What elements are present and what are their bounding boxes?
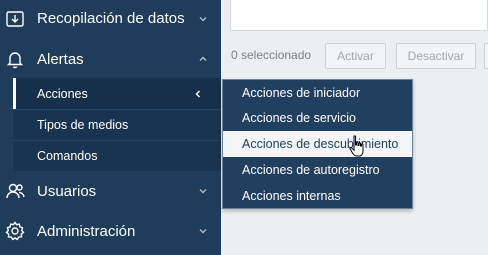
chevron-up-icon <box>197 53 209 65</box>
menu-item-label: Acciones internas <box>242 189 341 203</box>
sidebar-item-label: Usuarios <box>37 182 97 200</box>
menu-item-acciones-de-servicio[interactable]: Acciones de servicio <box>223 105 412 131</box>
filter-panel[interactable] <box>230 0 488 31</box>
submenu-item-tipos-de-medios[interactable]: Tipos de medios <box>13 109 221 140</box>
sidebar-item-label: Alertas <box>37 50 84 68</box>
hand-pointer-icon <box>348 135 366 159</box>
sidebar-item-usuarios[interactable]: Usuarios <box>0 171 221 211</box>
gear-icon <box>4 220 26 242</box>
menu-item-acciones-internas[interactable]: Acciones internas <box>223 183 412 209</box>
submenu-item-label: Acciones <box>37 86 88 101</box>
menu-item-acciones-de-descubrimiento[interactable]: Acciones de descubrimiento <box>223 131 412 157</box>
sidebar-item-administracion[interactable]: Administración <box>0 211 221 251</box>
sidebar-item-data-collection[interactable]: Recopilación de datos <box>0 0 221 37</box>
users-icon <box>4 180 26 202</box>
actions-flyout-menu: Acciones de iniciador Acciones de servic… <box>222 79 413 209</box>
selected-count: 0 seleccionado <box>231 48 312 62</box>
menu-item-acciones-de-autoregistro[interactable]: Acciones de autoregistro <box>223 157 412 183</box>
activate-button[interactable]: Activar <box>325 43 386 69</box>
menu-item-label: Acciones de iniciador <box>242 86 361 100</box>
sidebar-item-label: Administración <box>37 222 136 240</box>
sidebar-item-label: Recopilación de datos <box>37 10 185 27</box>
toolbar-button-partial[interactable] <box>484 43 488 69</box>
data-collection-icon <box>4 8 26 30</box>
submenu-item-label: Tipos de medios <box>37 117 129 132</box>
bell-icon <box>4 48 26 70</box>
menu-item-acciones-de-iniciador[interactable]: Acciones de iniciador <box>223 80 412 106</box>
menu-item-label: Acciones de servicio <box>242 111 356 125</box>
menu-item-label: Acciones de descubrimiento <box>242 137 399 151</box>
chevron-left-icon <box>193 89 203 99</box>
chevron-down-icon <box>197 185 209 197</box>
deactivate-button[interactable]: Desactivar <box>396 43 476 69</box>
chevron-down-icon <box>197 13 209 25</box>
active-indicator <box>13 78 16 109</box>
submenu-item-acciones[interactable]: Acciones <box>13 78 221 109</box>
submenu-item-label: Comandos <box>37 148 98 163</box>
submenu-item-comandos[interactable]: Comandos <box>13 140 221 171</box>
sidebar: Recopilación de datos Alertas Acciones T… <box>0 0 221 255</box>
sidebar-item-alertas[interactable]: Alertas <box>0 39 221 79</box>
chevron-down-icon <box>197 225 209 237</box>
menu-item-label: Acciones de autoregistro <box>242 163 380 177</box>
alertas-submenu: Acciones Tipos de medios Comandos <box>13 78 221 171</box>
